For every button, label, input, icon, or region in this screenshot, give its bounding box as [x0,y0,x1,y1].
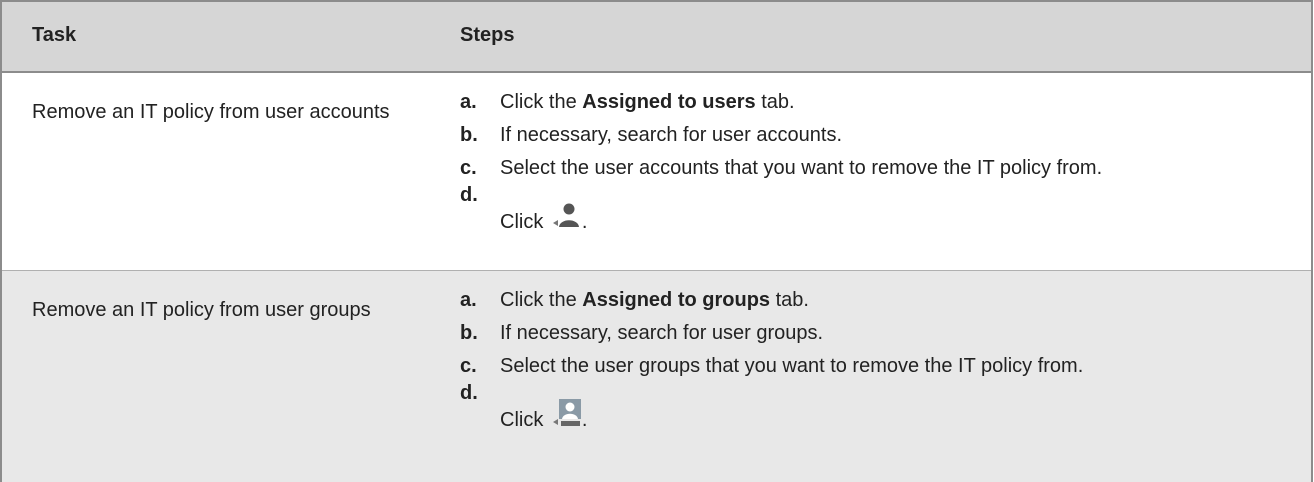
step-item: a. Click the Assigned to users tab. [460,89,1300,115]
remove-user-icon [552,203,579,227]
step-text: Click the [500,289,583,311]
step-text: Click [500,409,549,431]
step-label: d. [460,382,478,404]
step-label: a. [460,91,477,113]
column-header-steps: Steps [460,24,515,46]
step-label: c. [460,355,477,377]
step-label: d. [460,184,478,206]
step-text: Click the [500,91,583,113]
table-header: Task Steps [2,0,1311,73]
task-steps-table: Task Steps Remove an IT policy from user… [0,0,1313,482]
step-item: a. Click the Assigned to groups tab. [460,287,1300,313]
step-item: d. Click . [460,184,1300,235]
steps-list: a. Click the Assigned to groups tab. b. … [460,287,1300,440]
step-text: Select the user accounts that you want t… [500,157,1103,179]
step-text: Select the user groups that you want to … [500,355,1084,377]
step-text: Click [500,211,549,233]
tab-name: Assigned to groups [582,289,771,311]
remove-group-icon [552,399,581,426]
step-item: d. Click . [460,382,1300,433]
step-item: b. If necessary, search for user account… [460,122,1300,148]
column-header-task: Task [32,24,77,46]
task-cell: Remove an IT policy from user groups [32,299,371,321]
table-row: Remove an IT policy from user groups a. … [2,271,1311,482]
step-text: If necessary, search for user accounts. [500,124,843,146]
step-item: c. Select the user accounts that you wan… [460,155,1300,181]
table-row: Remove an IT policy from user accounts a… [2,73,1311,271]
step-label: b. [460,124,478,146]
step-text: tab. [755,91,795,113]
step-label: a. [460,289,477,311]
step-item: b. If necessary, search for user groups. [460,320,1300,346]
task-cell: Remove an IT policy from user accounts [32,101,390,123]
steps-list: a. Click the Assigned to users tab. b. I… [460,89,1300,242]
step-text: tab. [770,289,809,311]
step-label: c. [460,157,477,179]
step-text: . [581,211,588,233]
step-label: b. [460,322,478,344]
step-item: c. Select the user groups that you want … [460,353,1300,379]
tab-name: Assigned to users [582,91,756,113]
step-text: If necessary, search for user groups. [500,322,824,344]
step-text: . [581,409,588,431]
